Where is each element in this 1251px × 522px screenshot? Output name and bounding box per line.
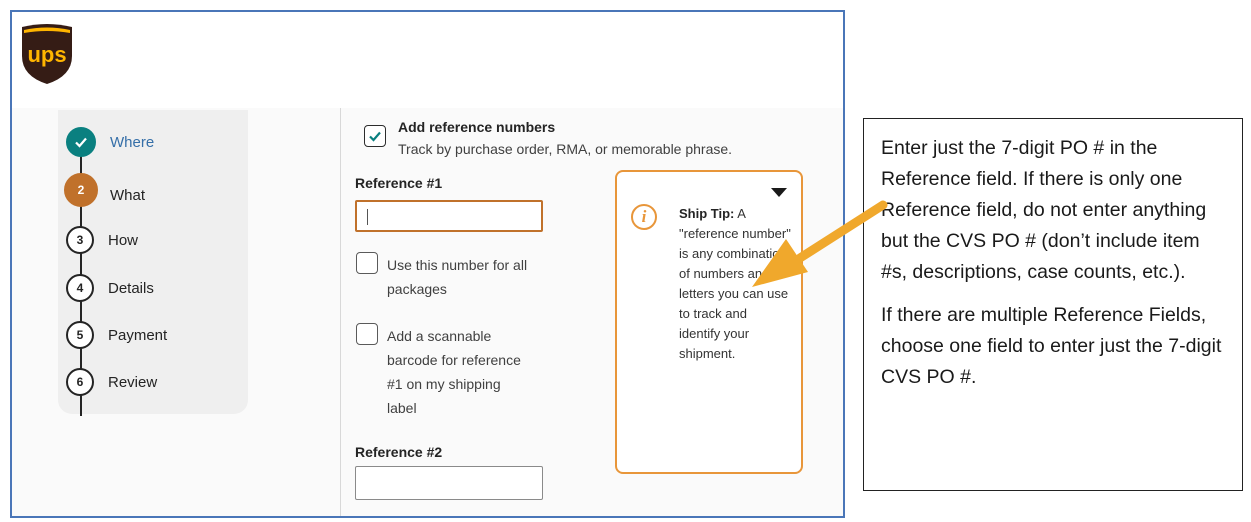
check-icon — [369, 131, 381, 142]
instruction-callout: Enter just the 7-digit PO # in the Refer… — [863, 118, 1243, 491]
column-divider — [340, 108, 341, 516]
use-for-all-label-line1: Use this number for all — [387, 257, 528, 273]
reference2-field[interactable] — [355, 466, 543, 500]
text-caret — [367, 209, 368, 225]
progress-stepper: Where 2 What 3 How 4 Details 5 Payment 6… — [58, 110, 248, 416]
add-reference-label: Add reference numbers — [398, 119, 556, 135]
reference2-input[interactable] — [356, 467, 542, 499]
step-number: 6 — [66, 368, 94, 396]
ship-tip-title: Ship Tip: — [679, 206, 735, 221]
ship-tip-text: Ship Tip: A "reference number" is any co… — [679, 204, 791, 364]
caret-down-icon[interactable] — [771, 188, 787, 197]
step-number: 3 — [66, 226, 94, 254]
barcode-label-line2: barcode for reference — [387, 352, 521, 368]
callout-paragraph-1: Enter just the 7-digit PO # in the Refer… — [881, 137, 1207, 283]
use-for-all-label-line2: packages — [387, 281, 447, 297]
add-reference-description: Track by purchase order, RMA, or memorab… — [398, 141, 733, 157]
step-review[interactable]: 6 Review — [66, 368, 157, 396]
step-number: 2 — [64, 173, 98, 207]
step-payment[interactable]: 5 Payment — [66, 321, 167, 349]
step-what[interactable]: 2 What — [64, 173, 145, 207]
page-header: ups — [12, 12, 843, 108]
reference1-input[interactable] — [357, 202, 541, 230]
add-reference-checkbox[interactable] — [364, 125, 386, 147]
use-for-all-checkbox[interactable] — [356, 252, 378, 274]
reference2-label: Reference #2 — [355, 444, 443, 460]
step-details[interactable]: 4 Details — [66, 274, 154, 302]
step-label: Details — [108, 279, 154, 297]
step-number: 5 — [66, 321, 94, 349]
barcode-checkbox[interactable] — [356, 323, 378, 345]
info-icon: i — [631, 204, 657, 230]
ship-tip-panel: i Ship Tip: A "reference number" is any … — [615, 170, 803, 474]
reference1-field[interactable] — [355, 200, 543, 232]
reference1-label: Reference #1 — [355, 175, 443, 191]
barcode-label-line3: #1 on my shipping — [387, 376, 501, 392]
screenshot-frame: ups Where 2 What 3 How 4 Details 5 Payme… — [10, 10, 845, 518]
step-label: What — [110, 186, 146, 204]
check-icon — [75, 137, 87, 148]
step-label: Where — [110, 133, 155, 151]
step-label: How — [108, 231, 139, 249]
step-number: 4 — [66, 274, 94, 302]
ship-tip-body: A "reference number" is any combination … — [679, 206, 791, 361]
barcode-label-line1: Add a scannable — [387, 328, 492, 344]
step-label: Review — [108, 373, 158, 391]
step-complete-check — [66, 127, 96, 157]
barcode-label-line4: label — [387, 400, 417, 416]
callout-paragraph-2: If there are multiple Reference Fields, … — [881, 304, 1222, 388]
logo-text: ups — [27, 42, 66, 67]
step-how[interactable]: 3 How — [66, 226, 138, 254]
ups-shield-logo[interactable]: ups — [18, 22, 76, 86]
step-label: Payment — [108, 326, 168, 344]
step-where[interactable]: Where — [66, 127, 154, 157]
